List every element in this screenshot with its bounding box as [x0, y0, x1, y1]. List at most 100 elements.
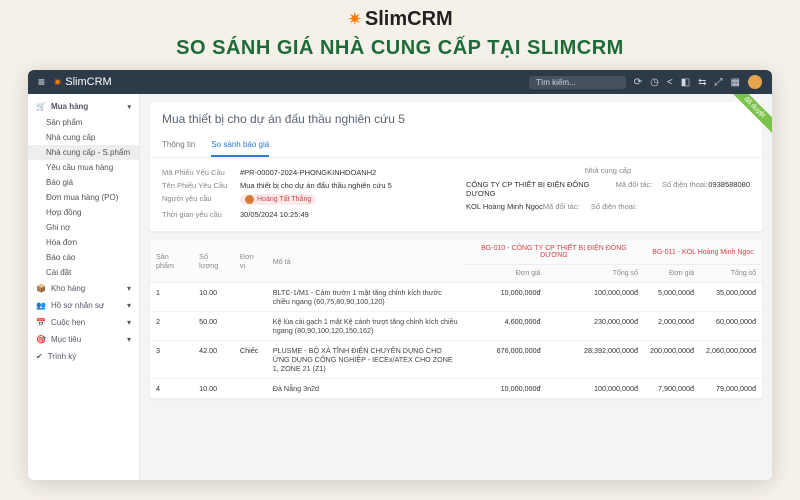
sidebar-major-label: Hồ sơ nhân sự	[51, 301, 104, 310]
chevron-down-icon: ▾	[127, 318, 131, 327]
label-ma: Mã Phiếu Yêu Cầu	[162, 168, 240, 177]
sidebar-item-sanpham[interactable]: Sản phẩm	[28, 115, 139, 130]
sidebar-item-caidat[interactable]: Cài đặt	[28, 265, 139, 280]
clock-icon[interactable]: ◷	[650, 77, 659, 88]
promo-logo: ✷ SlimCRM	[0, 0, 800, 35]
th-mota[interactable]: Mô tả	[267, 240, 464, 283]
sidebar-item-nhacungcap[interactable]: Nhà cung cấp	[28, 130, 139, 145]
cell-sl: 42.00	[193, 341, 234, 379]
cell-g1-dg: 10,000,000đ	[464, 283, 547, 312]
sidebar-major-label: Mục tiêu	[51, 335, 81, 344]
sidebar-major-trinhky[interactable]: ✔Trình ký	[28, 348, 139, 365]
panel-table: Sản phẩm Số lượng Đơn vị Mô tả BG-010 - …	[150, 240, 762, 399]
supplier-name: KOL Hoàng Minh Ngọc	[466, 202, 543, 211]
th-sl[interactable]: Số lượng	[193, 240, 234, 283]
supplier-phone	[639, 202, 750, 211]
cart-icon: 🛒	[36, 102, 46, 111]
sidebar: 🛒 Mua hàng ▾ Sản phẩm Nhà cung cấp Nhà c…	[28, 94, 140, 480]
value-ten: Mua thiết bị cho dự án đấu thầu nghiên c…	[240, 181, 392, 190]
sidebar-major-nhansu[interactable]: 👥Hồ sơ nhân sự▾	[28, 297, 139, 314]
supplier-phonelabel: Số điện thoại:	[591, 202, 639, 211]
app-brand[interactable]: ✷ SlimCRM	[53, 76, 112, 89]
avatar[interactable]	[748, 75, 762, 89]
cell-dv: Chiếc	[234, 341, 267, 379]
sidebar-major-muctieu[interactable]: 🎯Mục tiêu▾	[28, 331, 139, 348]
sidebar-item-hoadon[interactable]: Hóa đơn	[28, 235, 139, 250]
compare-table: Sản phẩm Số lượng Đơn vị Mô tả BG-010 - …	[150, 240, 762, 399]
cell-g2-ts: 60,000,000đ	[700, 312, 762, 341]
promo-headline: SO SÁNH GIÁ NHÀ CUNG CẤP TẠI SLIMCRM	[0, 35, 800, 70]
box-icon: 📦	[36, 284, 46, 293]
sync-icon[interactable]: ⟳	[634, 77, 642, 88]
supplier-header: Nhà cung cấp	[466, 166, 750, 175]
th-g2-tongso: Tổng số	[700, 265, 762, 283]
th-group1: BG-010 - CÔNG TY CP THIẾT BỊ ĐIỆN ĐÔNG D…	[464, 240, 644, 265]
cell-sp: 3	[150, 341, 193, 379]
value-thoi: 30/05/2024 10:25:49	[240, 210, 309, 219]
table-row[interactable]: 4 10.00 Đà Nẵng 3n2d 10,000,000đ 100,000…	[150, 379, 762, 399]
page-title: Mua thiết bị cho dự án đấu thầu nghiên c…	[150, 102, 762, 134]
th-group2: BG-011 - KOL Hoàng Minh Ngọc	[644, 240, 762, 265]
sidebar-item-ghino[interactable]: Ghi nợ	[28, 220, 139, 235]
sidebar-group-muahang[interactable]: 🛒 Mua hàng ▾	[28, 98, 139, 115]
label-nguoi: Người yêu cầu	[162, 194, 240, 206]
sidebar-major-khohang[interactable]: 📦Kho hàng▾	[28, 280, 139, 297]
cell-mota: Kệ lùa cài gạch 1 mặt Kệ cánh trượt tăng…	[267, 312, 464, 341]
sidebar-major-label: Cuộc hẹn	[51, 318, 85, 327]
th-g1-dongia: Đơn giá	[464, 265, 547, 283]
cell-g1-dg: 10,000,000đ	[464, 379, 547, 399]
sidebar-major-label: Kho hàng	[51, 284, 85, 293]
cell-sp: 1	[150, 283, 193, 312]
th-dv[interactable]: Đơn vị	[234, 240, 267, 283]
person-chip[interactable]: Hoàng Tất Thắng	[240, 194, 316, 205]
cell-g2-ts: 2,060,000,000đ	[700, 341, 762, 379]
chevron-down-icon: ▾	[127, 335, 131, 344]
cell-sl: 50.00	[193, 312, 234, 341]
apps-icon[interactable]: ◧	[681, 77, 690, 88]
sidebar-item-baocao[interactable]: Báo cáo	[28, 250, 139, 265]
grid-icon[interactable]: ▦	[731, 77, 740, 88]
sidebar-item-hopdong[interactable]: Hợp đồng	[28, 205, 139, 220]
content: đã duyệt Mua thiết bị cho dự án đấu thầu…	[140, 94, 772, 480]
cell-g2-ts: 35,000,000đ	[700, 283, 762, 312]
table-row[interactable]: 3 42.00 Chiếc PLUSME - BỘ XẢ TĨNH ĐIỆN C…	[150, 341, 762, 379]
chevron-down-icon: ▾	[127, 301, 131, 310]
cell-mota: PLUSME - BỘ XẢ TĨNH ĐIỆN CHUYÊN DỤNG CHO…	[267, 341, 464, 379]
th-g2-dongia: Đơn giá	[644, 265, 700, 283]
expand-icon[interactable]: ⤢	[715, 77, 723, 88]
cell-g1-ts: 100,000,000đ	[547, 379, 644, 399]
th-sp[interactable]: Sản phẩm	[150, 240, 193, 283]
request-info: Mã Phiếu Yêu Cầu#PR-00007-2024-PHONGKINH…	[162, 166, 446, 221]
cell-g2-dg: 200,000,000đ	[644, 341, 700, 379]
cell-g1-ts: 28,392,000,000đ	[547, 341, 644, 379]
cell-g2-dg: 5,000,000đ	[644, 283, 700, 312]
cell-g2-dg: 2,000,000đ	[644, 312, 700, 341]
sidebar-item-yeucau[interactable]: Yêu cầu mua hàng	[28, 160, 139, 175]
cell-dv	[234, 283, 267, 312]
cell-dv	[234, 312, 267, 341]
supplier-phone: 0938588080	[708, 180, 750, 198]
cell-sl: 10.00	[193, 379, 234, 399]
cell-sp: 4	[150, 379, 193, 399]
gear-icon: ✷	[347, 9, 362, 30]
sidebar-item-donmuahang[interactable]: Đơn mua hàng (PO)	[28, 190, 139, 205]
supplier-phonelabel: Số điện thoại:	[662, 180, 708, 198]
supplier-codelabel: Mã đối tác:	[543, 202, 591, 211]
tab-thongtin[interactable]: Thông tin	[162, 134, 195, 157]
avatar-dot	[245, 195, 254, 204]
sidebar-item-ncc-sp[interactable]: Nhà cung cấp - S.phẩm	[28, 145, 139, 160]
tabs: Thông tin So sánh báo giá	[150, 134, 762, 158]
sidebar-item-baogia[interactable]: Báo giá	[28, 175, 139, 190]
share-icon[interactable]: <	[667, 77, 673, 88]
sidebar-group-label: Mua hàng	[51, 102, 88, 111]
table-row[interactable]: 1 10.00 BLTC-1/M1 - Cảm trườn 1 mặt tăng…	[150, 283, 762, 312]
table-row[interactable]: 2 50.00 Kệ lùa cài gạch 1 mặt Kệ cánh tr…	[150, 312, 762, 341]
supplier-codelabel: Mã đối tác:	[616, 180, 662, 198]
setup-icon[interactable]: ⇆	[698, 77, 706, 88]
app-frame: ≡ ✷ SlimCRM Tìm kiếm... ⟳ ◷ < ◧ ⇆ ⤢ ▦ 🛒 …	[28, 70, 772, 480]
search-input[interactable]: Tìm kiếm...	[529, 76, 626, 89]
menu-icon[interactable]: ≡	[38, 75, 45, 89]
sidebar-major-cuochen[interactable]: 📅 Cuộc hẹn ▾	[28, 314, 139, 331]
calendar-icon: 📅	[36, 318, 46, 327]
tab-sosanh[interactable]: So sánh báo giá	[211, 134, 269, 157]
